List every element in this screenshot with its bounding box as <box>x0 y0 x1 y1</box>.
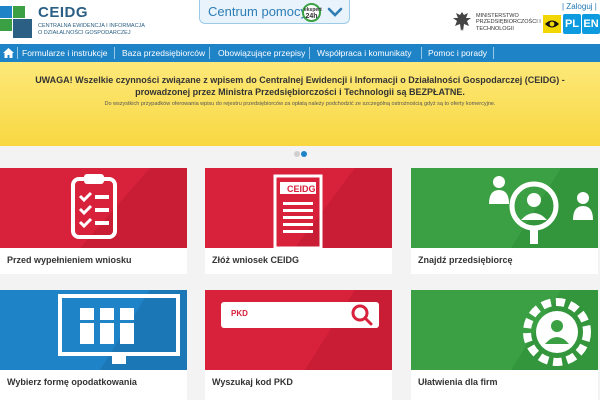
accessibility-eye-icon[interactable] <box>543 15 561 33</box>
tile-before-application[interactable]: Przed wypełnieniem wniosku <box>0 168 187 274</box>
language-en-button[interactable]: EN <box>582 14 600 34</box>
nav-item-business-database[interactable]: Baza przedsiębiorców <box>122 44 205 62</box>
tile-label: Wybierz formę opodatkowania <box>7 377 137 387</box>
nav-item-cooperation[interactable]: Współpraca i komunikaty <box>317 44 411 62</box>
free-of-charge-alert: UWAGA! Wszelkie czynności związane z wpi… <box>0 62 600 146</box>
support-24h-badge: ekspert 24h <box>302 3 322 22</box>
tile-tax-form[interactable]: Wybierz formę opodatkowania <box>0 290 187 400</box>
nav-separator <box>17 47 18 59</box>
nav-separator <box>309 47 310 59</box>
page: CEIDG Centralna Ewidencja i Informacja o… <box>0 0 600 400</box>
carousel-dots <box>294 151 308 157</box>
language-pl-button[interactable]: PL <box>563 14 581 34</box>
help-center-dropdown[interactable]: Centrum pomocy ekspert 24h <box>199 0 350 24</box>
ceidg-logo[interactable]: CEIDG Centralna Ewidencja i Informacja o… <box>0 4 160 40</box>
home-icon[interactable] <box>3 48 14 58</box>
carousel-dot-active[interactable] <box>301 151 307 157</box>
help-center-label: Centrum pomocy <box>208 4 307 19</box>
nav-item-regulations[interactable]: Obowiązujące przepisy <box>218 44 305 62</box>
pkd-field-label: PKD <box>231 309 248 318</box>
nav-separator <box>421 47 422 59</box>
document-caption: CEIDG <box>287 184 316 194</box>
carousel-dot[interactable] <box>294 151 300 157</box>
login-link[interactable]: | Zaloguj | <box>562 2 597 11</box>
tile-submit-application[interactable]: CEIDG Złóż wniosek CEIDG <box>205 168 392 274</box>
tile-pkd-search[interactable]: PKD Wyszukaj kod PKD <box>205 290 392 400</box>
alert-note: Do wszystkich przypadków oferowania wpis… <box>104 101 496 107</box>
tile-find-entrepreneur[interactable]: Znajdź przedsiębiorcę <box>411 168 598 274</box>
ministry-logo[interactable]: Ministerstwo Przedsiębiorczości i Techno… <box>452 10 542 36</box>
tile-label: Przed wypełnieniem wniosku <box>7 255 132 265</box>
nav-item-forms[interactable]: Formularze i instrukcje <box>22 44 108 62</box>
ceidg-document-icon <box>205 168 392 248</box>
ministry-name: Ministerstwo Przedsiębiorczości i Techno… <box>476 13 541 32</box>
ceidg-logo-mark-icon <box>0 6 32 38</box>
find-people-magnifier-icon <box>411 168 598 248</box>
chevron-down-icon[interactable] <box>326 3 344 21</box>
nav-separator <box>209 47 210 59</box>
user-gear-icon <box>411 290 598 370</box>
tile-label: Znajdź przedsiębiorcę <box>418 255 513 265</box>
main-navigation: Formularze i instrukcje Baza przedsiębio… <box>0 44 600 62</box>
tile-label: Ułatwienia dla firm <box>418 377 498 387</box>
tile-label: Wyszukaj kod PKD <box>212 377 293 387</box>
header: CEIDG Centralna Ewidencja i Informacja o… <box>0 0 600 44</box>
eagle-emblem-icon <box>453 12 471 31</box>
nav-separator <box>493 47 494 59</box>
monitor-binders-icon <box>0 290 187 370</box>
tile-label: Złóż wniosek CEIDG <box>212 255 300 265</box>
alert-title: UWAGA! Wszelkie czynności związane z wpi… <box>35 75 565 97</box>
tile-business-facilities[interactable]: Ułatwienia dla firm <box>411 290 598 400</box>
logo-subtitle: Centralna Ewidencja i Informacja o Dział… <box>38 23 145 36</box>
nav-separator <box>114 47 115 59</box>
checklist-clipboard-icon <box>0 168 187 248</box>
nav-item-help[interactable]: Pomoc i porady <box>428 44 487 62</box>
pkd-search-bar-icon <box>205 290 392 370</box>
logo-title: CEIDG <box>38 4 89 21</box>
